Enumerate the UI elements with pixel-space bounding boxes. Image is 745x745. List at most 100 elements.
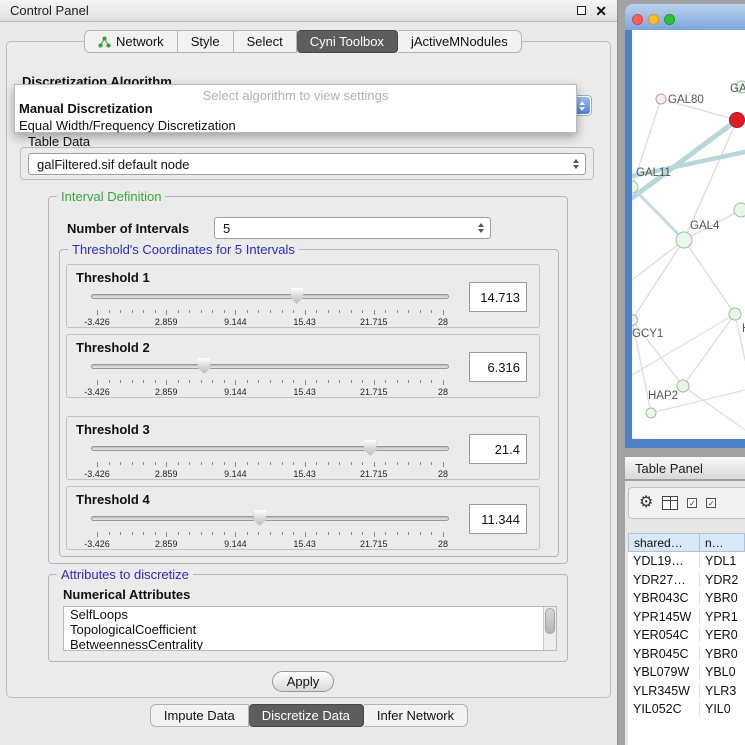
table-row[interactable]: YBR043CYBR0: [628, 589, 745, 608]
slider-thumb[interactable]: [253, 510, 266, 526]
table-row[interactable]: YLR345WYLR3: [628, 682, 745, 701]
network-node[interactable]: [632, 315, 638, 326]
table-cell[interactable]: YBL079W: [628, 665, 700, 679]
slider-thumb[interactable]: [364, 440, 377, 456]
slider-tick-label: 9.144: [224, 469, 247, 479]
table-cell[interactable]: YBR0: [700, 647, 745, 661]
slider-tick: [420, 310, 421, 313]
threshold-value-field[interactable]: 11.344: [469, 504, 527, 534]
network-view-window[interactable]: GAL80GAGAL11GAL4GCY1HHAP2: [625, 4, 745, 448]
network-node[interactable]: [729, 308, 741, 320]
scrollbar-thumb[interactable]: [545, 608, 555, 634]
slider-track[interactable]: [91, 364, 449, 369]
slider-track[interactable]: [91, 516, 449, 521]
table-data-combobox[interactable]: galFiltered.sif default node: [28, 153, 586, 175]
number-of-intervals-combobox[interactable]: 5: [214, 217, 491, 239]
table-cell[interactable]: YDR2: [700, 573, 745, 587]
apply-button[interactable]: Apply: [272, 671, 334, 692]
column-header-shared-name[interactable]: shared…: [628, 533, 700, 552]
table-cell[interactable]: YDR27…: [628, 573, 700, 587]
network-node[interactable]: [734, 203, 745, 217]
network-canvas[interactable]: GAL80GAGAL11GAL4GCY1HHAP2: [632, 30, 745, 439]
slider-track[interactable]: [91, 446, 449, 451]
table-cell[interactable]: YPR1: [700, 610, 745, 624]
table-cell[interactable]: YBR043C: [628, 591, 700, 605]
column-header-name[interactable]: n…: [700, 533, 745, 552]
threshold-label: Threshold 3: [76, 422, 150, 437]
table-cell[interactable]: YIL052C: [628, 702, 700, 716]
network-node[interactable]: [646, 408, 656, 418]
list-scrollbar[interactable]: [543, 607, 556, 650]
threshold-slider[interactable]: -3.4262.8599.14415.4321.71528: [91, 285, 449, 327]
table-cell[interactable]: YER0: [700, 628, 745, 642]
tab-impute-data[interactable]: Impute Data: [150, 704, 249, 727]
table-row[interactable]: YBL079WYBL0: [628, 663, 745, 682]
table-cell[interactable]: YBL0: [700, 665, 745, 679]
menu-item-manual-discretization[interactable]: Manual Discretization: [19, 101, 153, 116]
columns-icon[interactable]: [662, 496, 678, 510]
checkbox-icon[interactable]: ✓: [687, 498, 697, 508]
table-row[interactable]: YDL19…YDL1: [628, 552, 745, 571]
threshold-value-field[interactable]: 14.713: [469, 282, 527, 312]
slider-tick: [316, 462, 317, 465]
slider-tick-label: 9.144: [224, 539, 247, 549]
tab-select[interactable]: Select: [234, 30, 297, 53]
slider-track[interactable]: [91, 294, 449, 299]
network-node[interactable]: [730, 113, 745, 128]
table-row[interactable]: YER054CYER0: [628, 626, 745, 645]
gear-icon[interactable]: ⚙: [639, 495, 653, 511]
close-traffic-light-icon[interactable]: [632, 14, 643, 25]
interval-definition-group: Interval Definition Number of Intervals …: [48, 196, 568, 564]
slider-tick: [374, 462, 375, 467]
threshold-value-field[interactable]: 6.316: [469, 352, 527, 382]
table-cell[interactable]: YDL1: [700, 554, 745, 568]
network-node[interactable]: [676, 232, 692, 248]
slider-tick-label: 15.43: [293, 469, 316, 479]
table-cell[interactable]: YLR345W: [628, 684, 700, 698]
tab-infer-network[interactable]: Infer Network: [364, 704, 468, 727]
table-row[interactable]: YIL052CYIL0: [628, 700, 745, 719]
threshold-slider[interactable]: -3.4262.8599.14415.4321.71528: [91, 507, 449, 549]
table-cell[interactable]: YPR145W: [628, 610, 700, 624]
table-row[interactable]: YPR145WYPR1: [628, 608, 745, 627]
table-data-group: galFiltered.sif default node: [20, 147, 594, 180]
network-node[interactable]: [656, 94, 666, 104]
table-cell[interactable]: YLR3: [700, 684, 745, 698]
attribute-list-item[interactable]: TopologicalCoefficient: [64, 622, 556, 637]
network-edge: [632, 314, 735, 375]
threshold-slider[interactable]: -3.4262.8599.14415.4321.71528: [91, 437, 449, 479]
minimize-traffic-light-icon[interactable]: [648, 14, 659, 25]
attribute-list-item[interactable]: BetweennessCentrality: [64, 637, 556, 651]
tab-discretize-data[interactable]: Discretize Data: [249, 704, 364, 727]
tab-jactivemnodules[interactable]: jActiveMNodules: [398, 30, 522, 53]
slider-tick-label: 21.715: [360, 387, 388, 397]
tab-network[interactable]: Network: [84, 30, 178, 53]
slider-tick: [224, 532, 225, 535]
menu-item-equal-width-discretization[interactable]: Equal Width/Frequency Discretization: [19, 118, 236, 133]
slider-thumb[interactable]: [290, 288, 303, 304]
slider-thumb[interactable]: [198, 358, 211, 374]
table-cell[interactable]: YBR0: [700, 591, 745, 605]
tab-style[interactable]: Style: [178, 30, 234, 53]
tab-cyni-toolbox[interactable]: Cyni Toolbox: [297, 30, 398, 53]
zoom-traffic-light-icon[interactable]: [664, 14, 675, 25]
network-node[interactable]: [677, 380, 689, 392]
slider-tick: [293, 462, 294, 465]
float-window-icon[interactable]: [577, 6, 586, 15]
table-cell[interactable]: YBR045C: [628, 647, 700, 661]
slider-tick-label: 28: [438, 317, 448, 327]
slider-tick: [201, 310, 202, 313]
table-cell[interactable]: YER054C: [628, 628, 700, 642]
checkbox-icon[interactable]: ✓: [706, 498, 716, 508]
threshold-value-field[interactable]: 21.4: [469, 434, 527, 464]
table-cell[interactable]: YDL19…: [628, 554, 700, 568]
attribute-list-item[interactable]: SelfLoops: [64, 607, 556, 622]
table-cell[interactable]: YIL0: [700, 702, 745, 716]
network-node-label: GCY1: [632, 328, 663, 340]
slider-tick: [201, 380, 202, 383]
threshold-slider[interactable]: -3.4262.8599.14415.4321.71528: [91, 355, 449, 397]
table-row[interactable]: YBR045CYBR0: [628, 645, 745, 664]
close-icon[interactable]: ✕: [595, 4, 607, 18]
attributes-list[interactable]: SelfLoopsTopologicalCoefficientBetweenne…: [63, 606, 557, 651]
table-row[interactable]: YDR27…YDR2: [628, 571, 745, 590]
